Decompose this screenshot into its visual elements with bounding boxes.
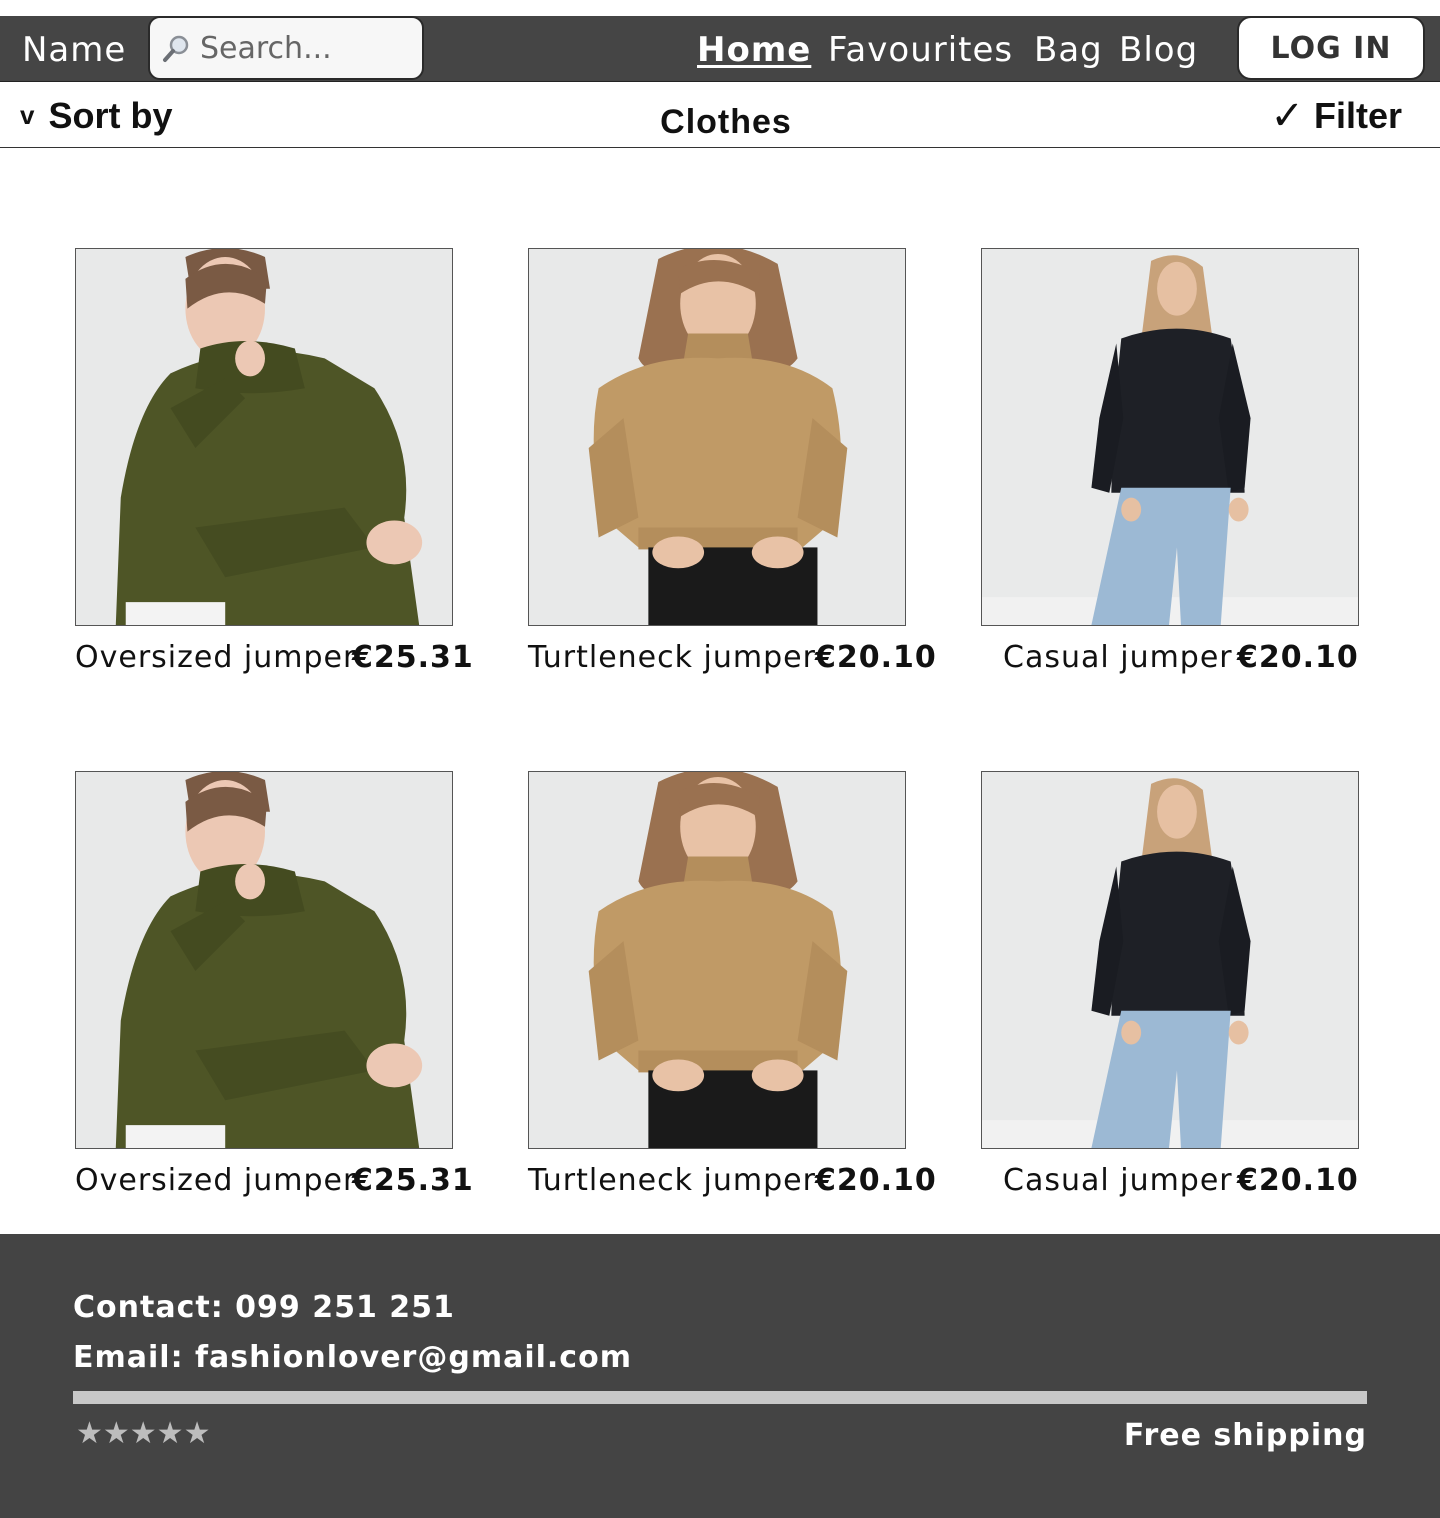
product-price: €25.31 (352, 640, 474, 675)
woman-green-turtleneck-jumper-image (76, 249, 452, 625)
product-price: €20.10 (815, 640, 937, 675)
product-name[interactable]: Casual jumper (1003, 640, 1233, 675)
check-icon: ✓ (1270, 94, 1304, 138)
product-card[interactable]: Casual jumper €20.10 (981, 248, 1359, 675)
nav-bag[interactable]: Bag (1034, 30, 1103, 70)
login-button[interactable]: LOG IN (1237, 16, 1425, 80)
sort-filter-bar: v Sort by Clothes ✓ Filter (0, 83, 1440, 148)
brand-name[interactable]: Name (22, 30, 126, 70)
woman-green-turtleneck-jumper-image (76, 772, 452, 1148)
product-card[interactable]: Oversized jumper €25.31 (75, 248, 473, 675)
nav-home[interactable]: Home (697, 30, 811, 70)
product-price: €20.10 (815, 1163, 937, 1198)
product-name[interactable]: Turtleneck jumper (528, 1163, 816, 1198)
product-price: €20.10 (1237, 1163, 1359, 1198)
filter-button[interactable]: ✓ Filter (1270, 93, 1402, 139)
product-image-camel-jumper[interactable] (528, 248, 906, 626)
free-shipping-label: Free shipping (1123, 1418, 1367, 1453)
product-card[interactable]: Turtleneck jumper €20.10 (528, 248, 936, 675)
footer-contact: Contact: 099 251 251 (73, 1290, 455, 1325)
product-name[interactable]: Casual jumper (1003, 1163, 1233, 1198)
product-name[interactable]: Oversized jumper (75, 640, 356, 675)
search-icon (162, 33, 192, 63)
rating-stars-icon: ★★★★★ (76, 1417, 211, 1450)
filter-label: Filter (1313, 95, 1402, 136)
product-card[interactable]: Turtleneck jumper €20.10 (528, 771, 936, 1198)
product-card[interactable]: Casual jumper €20.10 (981, 771, 1359, 1198)
product-name[interactable]: Oversized jumper (75, 1163, 356, 1198)
category-title: Clothes (660, 103, 792, 141)
product-image-camel-jumper[interactable] (528, 771, 906, 1149)
nav-blog[interactable]: Blog (1119, 30, 1198, 70)
footer: Contact: 099 251 251 Email: fashionlover… (0, 1234, 1440, 1518)
product-image-black-jumper[interactable] (981, 248, 1359, 626)
product-name[interactable]: Turtleneck jumper (528, 640, 816, 675)
product-price: €20.10 (1237, 640, 1359, 675)
product-image-green-jumper[interactable] (75, 771, 453, 1149)
woman-black-jumper-blue-jeans-image (982, 249, 1358, 625)
woman-black-jumper-blue-jeans-image (982, 772, 1358, 1148)
top-nav-bar: Name Home Favourites Bag Blog LOG IN (0, 16, 1440, 82)
woman-camel-turtleneck-jumper-image (529, 772, 905, 1148)
footer-email[interactable]: Email: fashionlover@gmail.com (73, 1340, 632, 1375)
search-box[interactable] (148, 16, 424, 80)
footer-divider (73, 1391, 1367, 1404)
woman-camel-turtleneck-jumper-image (529, 249, 905, 625)
product-image-green-jumper[interactable] (75, 248, 453, 626)
product-image-black-jumper[interactable] (981, 771, 1359, 1149)
product-price: €25.31 (352, 1163, 474, 1198)
product-card[interactable]: Oversized jumper €25.31 (75, 771, 473, 1198)
nav-favourites[interactable]: Favourites (828, 30, 1013, 70)
search-input[interactable] (200, 30, 420, 66)
